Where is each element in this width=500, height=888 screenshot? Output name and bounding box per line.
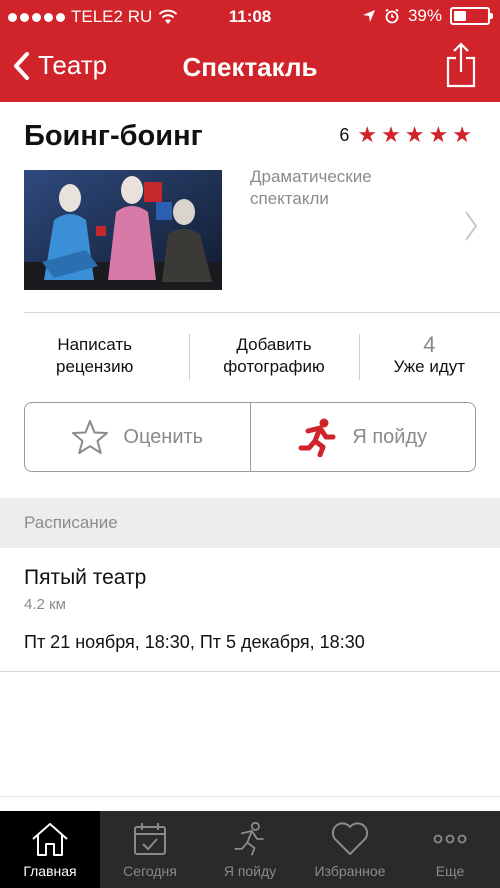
rate-label: Оценить	[123, 425, 204, 448]
star-icon: ★	[452, 122, 472, 147]
schedule-header: Расписание	[0, 498, 500, 548]
top-bar: TELE2 RU 11:08 39% Театр Спектакль	[0, 0, 500, 102]
share-icon	[446, 42, 476, 88]
status-bar: TELE2 RU 11:08 39%	[0, 0, 500, 36]
tab-bar: Главная Сегодня Я пойду Избранное Еще	[0, 811, 500, 888]
heart-icon	[331, 822, 369, 855]
chevron-left-icon	[14, 51, 29, 80]
venue-distance: 4.2 км	[24, 596, 66, 613]
actions-row: Написать рецензию Добавить фотографию 4 …	[0, 316, 500, 396]
rating-count: 6	[339, 124, 350, 145]
tab-favorites[interactable]: Избранное	[300, 811, 400, 888]
calendar-icon	[134, 823, 166, 855]
event-poster-image	[24, 170, 222, 290]
event-header[interactable]: Боинг-боинг 6 ★ ★ ★ ★ ★ Драматические сп…	[0, 102, 500, 314]
schedule-venue-row[interactable]: Пятый театр 4.2 км Пт 21 ноября, 18:30, …	[0, 548, 500, 672]
divider	[0, 796, 500, 797]
star-icon: ★	[381, 122, 401, 147]
alarm-icon	[385, 8, 399, 24]
tab-label: Избранное	[314, 863, 386, 879]
battery-percent: 39%	[407, 6, 442, 25]
tab-label: Я пойду	[223, 863, 277, 879]
more-icon	[433, 834, 467, 844]
write-review-button[interactable]: Написать рецензию	[0, 316, 189, 396]
going-count-button[interactable]: 4 Уже идут	[358, 316, 500, 396]
will-go-label: Я пойду	[352, 425, 428, 448]
share-button[interactable]	[446, 42, 476, 93]
tab-home[interactable]: Главная	[0, 811, 100, 888]
venue-name: Пятый театр	[24, 566, 147, 589]
tab-today[interactable]: Сегодня	[100, 811, 200, 888]
tab-will-go[interactable]: Я пойду	[200, 811, 300, 888]
home-icon	[32, 823, 68, 856]
battery-icon	[450, 7, 493, 25]
venue-dates: Пт 21 ноября, 18:30, Пт 5 декабря, 18:30	[24, 632, 365, 652]
divider	[24, 312, 500, 313]
tab-more[interactable]: Еще	[400, 811, 500, 888]
star-icon: ★	[357, 122, 378, 147]
event-title: Боинг-боинг	[24, 120, 203, 152]
back-button[interactable]: Театр	[12, 50, 107, 81]
star-icon: ★	[404, 122, 425, 147]
rate-button[interactable]: Оценить	[25, 403, 250, 471]
going-count: 4	[423, 332, 436, 357]
chevron-right-icon	[464, 210, 478, 247]
will-go-button[interactable]: Я пойду	[249, 403, 476, 471]
star-outline-icon	[72, 420, 109, 454]
location-arrow-icon	[362, 10, 375, 22]
nav-bar: Театр Спектакль	[0, 36, 500, 102]
add-photo-button[interactable]: Добавить фотографию	[189, 316, 358, 396]
action-buttons: Оценить Я пойду	[24, 402, 476, 472]
runner-icon	[234, 821, 264, 856]
event-genre: Драматические спектакли	[250, 167, 372, 208]
tab-label: Сегодня	[123, 863, 177, 879]
runner-icon	[298, 418, 336, 457]
tab-label: Главная	[23, 863, 77, 879]
tab-label: Еще	[435, 863, 465, 879]
back-label: Театр	[38, 50, 108, 80]
rating: 6 ★ ★ ★ ★ ★	[339, 124, 472, 146]
going-label: Уже идут	[393, 357, 466, 376]
star-icon: ★	[428, 122, 449, 147]
